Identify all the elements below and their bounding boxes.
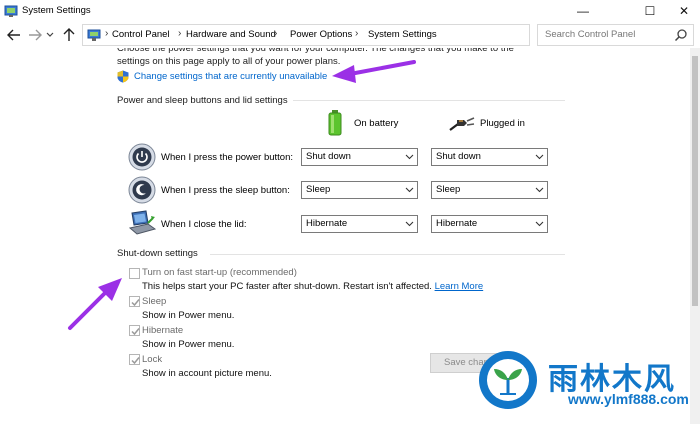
plugged-in-label: Plugged in xyxy=(480,117,525,129)
maximize-button[interactable]: ☐ xyxy=(627,0,673,22)
power-button-plugged-value: Shut down xyxy=(436,151,481,162)
title-bar: System Settings — ☐ ✕ xyxy=(0,0,700,22)
search-placeholder: Search Control Panel xyxy=(545,29,636,40)
control-panel-icon xyxy=(4,5,18,17)
chevron-down-icon xyxy=(535,187,544,193)
power-button-battery-select[interactable]: Shut down xyxy=(301,148,418,166)
close-lid-battery-select[interactable]: Hibernate xyxy=(301,215,418,233)
minimize-button[interactable]: — xyxy=(560,0,606,22)
section-divider xyxy=(210,254,565,255)
section-divider xyxy=(293,100,565,101)
on-battery-label: On battery xyxy=(354,117,399,129)
breadcrumb-control-panel[interactable]: Control Panel xyxy=(112,29,170,40)
plugged-in-column-header: Plugged in xyxy=(448,114,525,132)
window-title: System Settings xyxy=(22,5,91,16)
close-lid-plugged-select[interactable]: Hibernate xyxy=(431,215,548,233)
annotation-arrow-icon xyxy=(68,278,122,330)
checkmark-icon xyxy=(131,357,140,365)
close-button[interactable]: ✕ xyxy=(668,0,700,22)
breadcrumb-separator-icon: › xyxy=(274,28,278,39)
close-lid-label: When I close the lid: xyxy=(161,219,247,230)
learn-more-link[interactable]: Learn More xyxy=(435,281,484,292)
chevron-down-icon[interactable] xyxy=(45,26,55,44)
back-arrow-icon[interactable] xyxy=(5,26,23,44)
breadcrumb-separator-icon: › xyxy=(105,28,109,39)
power-button-icon xyxy=(128,143,156,171)
battery-icon xyxy=(328,110,342,136)
sleep-button-plugged-select[interactable]: Sleep xyxy=(431,181,548,199)
breadcrumb-hardware-and-sound[interactable]: Hardware and Sound xyxy=(186,29,276,40)
sleep-button-battery-select[interactable]: Sleep xyxy=(301,181,418,199)
change-settings-link-row[interactable]: Change settings that are currently unava… xyxy=(117,70,327,83)
on-battery-column-header: On battery xyxy=(328,110,398,136)
vertical-scrollbar[interactable] xyxy=(690,48,700,424)
sleep-option-title: Sleep xyxy=(142,296,167,307)
close-lid-battery-value: Hibernate xyxy=(306,218,348,229)
sleep-button-plugged-value: Sleep xyxy=(436,184,461,195)
up-arrow-icon[interactable] xyxy=(60,26,78,44)
hibernate-option-title: Hibernate xyxy=(142,325,184,336)
power-button-label: When I press the power button: xyxy=(161,152,294,163)
lock-option-description: Show in account picture menu. xyxy=(142,368,272,379)
breadcrumb-system-settings[interactable]: System Settings xyxy=(368,29,437,40)
annotation-arrow-icon xyxy=(332,60,416,83)
search-input[interactable]: Search Control Panel xyxy=(537,24,694,46)
fast-startup-title: Turn on fast start-up (recommended) xyxy=(142,267,297,278)
uac-shield-icon xyxy=(117,70,129,83)
laptop-lid-icon xyxy=(128,210,156,235)
sleep-option-description: Show in Power menu. xyxy=(142,310,235,321)
sleep-button-icon xyxy=(128,176,156,204)
power-button-battery-value: Shut down xyxy=(306,151,351,162)
power-section-heading: Power and sleep buttons and lid settings xyxy=(117,95,288,106)
chevron-down-icon xyxy=(405,221,414,227)
breadcrumb-separator-icon: › xyxy=(355,28,359,39)
maximize-icon: ☐ xyxy=(644,4,656,18)
minimize-icon: — xyxy=(577,4,589,18)
watermark-logo-icon xyxy=(479,351,537,409)
breadcrumb-power-options[interactable]: Power Options xyxy=(290,29,352,40)
chevron-down-icon xyxy=(535,221,544,227)
power-button-plugged-select[interactable]: Shut down xyxy=(431,148,548,166)
sleep-button-label: When I press the sleep button: xyxy=(161,185,290,196)
close-icon: ✕ xyxy=(678,4,690,18)
navigation-bar: › Control Panel › Hardware and Sound › P… xyxy=(0,22,700,48)
fast-startup-description: This helps start your PC faster after sh… xyxy=(142,281,483,292)
chevron-down-icon xyxy=(405,154,414,160)
chevron-down-icon xyxy=(535,154,544,160)
power-plug-icon xyxy=(449,117,475,131)
close-lid-plugged-value: Hibernate xyxy=(436,218,478,229)
fast-startup-desc-text: This helps start your PC faster after sh… xyxy=(142,281,432,292)
hibernate-option-description: Show in Power menu. xyxy=(142,339,235,350)
watermark-url: www.ylmf888.com xyxy=(568,391,689,407)
control-panel-icon xyxy=(87,29,101,41)
change-settings-link[interactable]: Change settings that are currently unava… xyxy=(134,71,327,82)
sleep-button-battery-value: Sleep xyxy=(306,184,331,195)
forward-arrow-icon[interactable] xyxy=(26,26,44,44)
lock-option-title: Lock xyxy=(142,354,163,365)
breadcrumb-separator-icon: › xyxy=(178,28,182,39)
chevron-down-icon xyxy=(405,187,414,193)
scrollbar-thumb[interactable] xyxy=(692,56,698,306)
search-icon xyxy=(674,29,687,42)
lock-checkbox[interactable] xyxy=(129,354,140,365)
shutdown-section-heading: Shut-down settings xyxy=(117,248,198,259)
address-bar[interactable]: › Control Panel › Hardware and Sound › P… xyxy=(82,24,600,46)
